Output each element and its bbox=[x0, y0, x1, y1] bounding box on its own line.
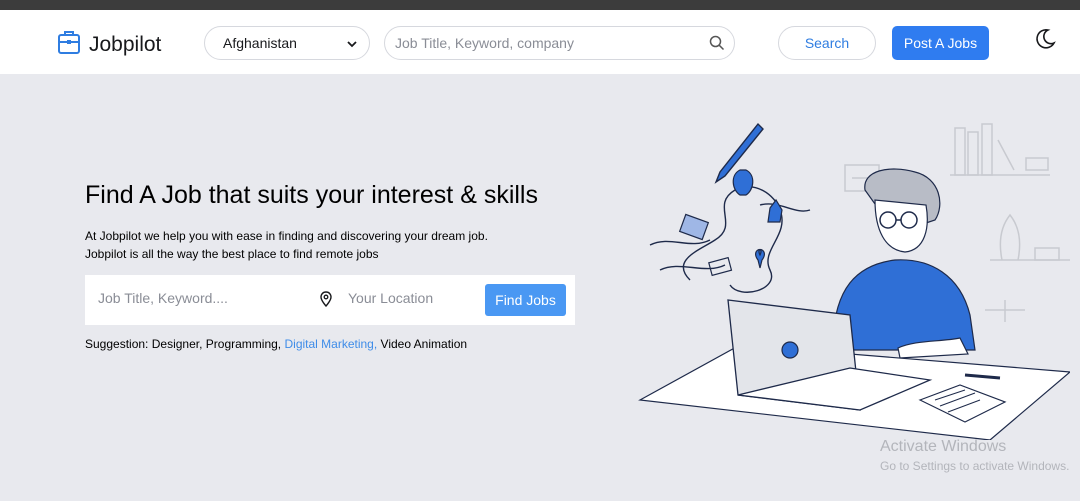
suggestion-video-animation[interactable]: Video Animation bbox=[381, 337, 468, 351]
suggestions: Suggestion: Designer, Programming, Digit… bbox=[85, 337, 467, 351]
hero-desc-line-2: Jobpilot is all the way the best place t… bbox=[85, 247, 379, 261]
find-jobs-button[interactable]: Find Jobs bbox=[485, 284, 566, 316]
briefcase-icon bbox=[57, 29, 81, 60]
watermark-line-1: Activate Windows bbox=[880, 438, 1007, 455]
hero-illustration bbox=[630, 110, 1072, 445]
search-button[interactable]: Search bbox=[778, 26, 876, 60]
windows-activation-watermark: Activate Windows Go to Settings to activ… bbox=[880, 438, 1069, 473]
watermark-line-2: Go to Settings to activate Windows. bbox=[880, 459, 1070, 473]
suggestion-digital-marketing[interactable]: Digital Marketing, bbox=[284, 337, 377, 351]
hero-title: Find A Job that suits your interest & sk… bbox=[85, 181, 538, 209]
header-search-box bbox=[384, 26, 735, 60]
window-top-strip bbox=[0, 0, 1080, 10]
suggestion-label: Suggestion: bbox=[85, 337, 149, 351]
navbar: Jobpilot Afghanistan Search Post A Jobs bbox=[0, 10, 1080, 74]
suggestion-programming[interactable]: Programming, bbox=[206, 337, 281, 351]
country-selected: Afghanistan bbox=[223, 35, 297, 51]
hero-description: At Jobpilot we help you with ease in fin… bbox=[85, 227, 525, 263]
country-select[interactable]: Afghanistan bbox=[204, 26, 370, 60]
hero-desc-line-1: At Jobpilot we help you with ease in fin… bbox=[85, 229, 488, 243]
location-input[interactable] bbox=[348, 290, 478, 306]
header-search-input[interactable] bbox=[395, 35, 695, 51]
chevron-down-icon bbox=[346, 37, 358, 53]
post-jobs-button[interactable]: Post A Jobs bbox=[892, 26, 989, 60]
suggestion-designer[interactable]: Designer, bbox=[152, 337, 203, 351]
keyword-input[interactable] bbox=[98, 290, 298, 306]
search-icon[interactable] bbox=[709, 35, 725, 56]
brand-name: Jobpilot bbox=[89, 32, 162, 56]
job-search-form: Find Jobs bbox=[85, 275, 575, 325]
location-pin-icon bbox=[320, 291, 332, 312]
moon-icon[interactable] bbox=[1034, 28, 1056, 55]
brand-logo[interactable]: Jobpilot bbox=[57, 29, 161, 60]
